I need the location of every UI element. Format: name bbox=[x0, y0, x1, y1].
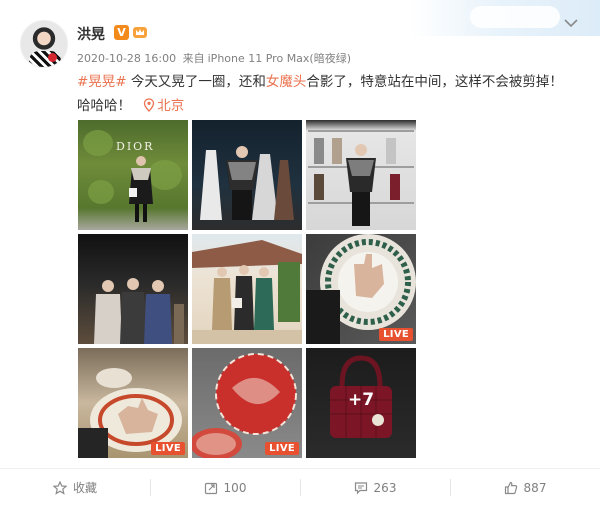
hashtag-link[interactable]: #晃晃# bbox=[77, 74, 127, 90]
post-text-part1: 今天又晃了一圈，还和 bbox=[126, 74, 266, 90]
photo-red-bag[interactable]: +7 bbox=[306, 348, 416, 458]
like-button[interactable]: 887 bbox=[450, 469, 600, 506]
member-crown-icon bbox=[133, 27, 147, 38]
scene-group bbox=[94, 278, 184, 344]
mention-highlight[interactable]: 女魔头 bbox=[266, 74, 307, 90]
repost-button[interactable]: 100 bbox=[150, 469, 300, 506]
chevron-down-icon[interactable] bbox=[564, 18, 578, 28]
photo-table-plates[interactable]: LIVE bbox=[78, 348, 188, 458]
dior-logo: DIOR bbox=[116, 140, 155, 153]
photo-plate-hand[interactable]: LIVE bbox=[306, 234, 416, 344]
post-meta: 2020-10-28 16:00 来自 iPhone 11 Pro Max(暗夜绿… bbox=[77, 50, 354, 66]
verified-badge-icon: V bbox=[114, 25, 129, 40]
live-photo-badge: LIVE bbox=[265, 442, 299, 455]
photo-courtyard[interactable] bbox=[192, 234, 302, 344]
person-figure bbox=[129, 156, 153, 222]
more-images-count: +7 bbox=[347, 390, 375, 410]
live-photo-badge: LIVE bbox=[151, 442, 185, 455]
favorite-label: 收藏 bbox=[72, 481, 97, 495]
scene-shelves bbox=[308, 130, 414, 226]
image-grid: DIOR LIVE LIVE LIVE +7 bbox=[78, 120, 416, 458]
comment-button[interactable]: 263 bbox=[300, 469, 450, 506]
comment-count: 263 bbox=[373, 480, 397, 495]
photo-atelier-shelves[interactable] bbox=[306, 120, 416, 230]
scene-courtyard bbox=[192, 240, 302, 344]
weibo-post-card: 洪晃 V 2020-10-28 16:00 来自 iPhone 11 Pro Ma… bbox=[0, 0, 600, 506]
avatar-flower bbox=[48, 53, 57, 62]
location-pin-icon bbox=[144, 98, 155, 112]
source-device: iPhone 11 Pro Max(暗夜绿) bbox=[207, 52, 352, 65]
favorite-button[interactable]: 收藏 bbox=[0, 469, 150, 506]
live-photo-badge: LIVE bbox=[379, 328, 413, 341]
post-timestamp[interactable]: 2020-10-28 16:00 bbox=[77, 52, 176, 65]
author-name[interactable]: 洪晃 bbox=[77, 24, 105, 44]
photo-red-plates[interactable]: LIVE bbox=[192, 348, 302, 458]
avatar[interactable] bbox=[20, 20, 68, 68]
repost-count: 100 bbox=[223, 480, 247, 495]
post-text: #晃晃# 今天又晃了一圈，还和女魔头合影了，特意站在中间，这样不会被剪掉！ 哈哈… bbox=[77, 70, 582, 118]
photo-group-three[interactable] bbox=[78, 234, 188, 344]
thumbs-up-icon bbox=[504, 481, 517, 494]
location-link[interactable]: 北京 bbox=[157, 98, 184, 114]
post-text-line2: 哈哈哈！ bbox=[77, 98, 131, 114]
photo-dior-wall[interactable]: DIOR bbox=[78, 120, 188, 230]
post-text-part2: 合影了，特意站在中间，这样不会被剪掉！ bbox=[306, 74, 563, 90]
foliage bbox=[83, 130, 113, 156]
repost-icon bbox=[204, 482, 217, 494]
action-bar: 收藏 100 263 887 bbox=[0, 469, 600, 506]
foliage bbox=[88, 180, 114, 204]
like-count: 887 bbox=[523, 480, 547, 495]
source-prefix: 来自 bbox=[182, 52, 205, 65]
star-icon bbox=[52, 480, 67, 495]
photo-gown-room[interactable] bbox=[192, 120, 302, 230]
scene-gowns bbox=[200, 146, 294, 220]
comment-icon bbox=[354, 481, 367, 494]
